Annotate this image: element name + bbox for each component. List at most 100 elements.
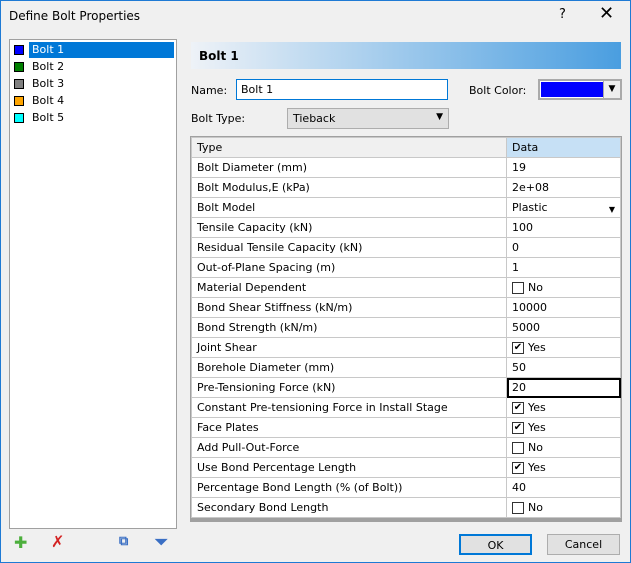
bolt-type-label: Bolt Type: [191, 112, 246, 125]
ok-button[interactable]: OK [459, 534, 532, 555]
property-value-cell[interactable]: ✔ Yes [506, 457, 621, 478]
property-name: Material Dependent [191, 277, 507, 298]
cancel-button[interactable]: Cancel [547, 534, 620, 555]
bolt-label: Bolt 2 [32, 60, 65, 73]
table-row: Pre-Tensioning Force (kN) 20 [191, 377, 621, 398]
color-swatch [14, 45, 24, 55]
property-name: Bond Shear Stiffness (kN/m) [191, 297, 507, 318]
table-row: Bond Shear Stiffness (kN/m) 10000 [191, 297, 621, 318]
property-name: Tensile Capacity (kN) [191, 217, 507, 238]
property-value-cell[interactable]: ✔ Yes [506, 337, 621, 358]
bolt-list-item[interactable]: Bolt 1 [14, 42, 174, 58]
bolt-label: Bolt 3 [32, 77, 65, 90]
property-value-cell[interactable]: 5000 [506, 317, 621, 338]
add-icon[interactable]: ✚ [14, 533, 27, 552]
checkbox[interactable]: ✔ [512, 422, 524, 434]
property-value-cell[interactable]: 19 [506, 157, 621, 178]
property-value-cell[interactable]: ✔ Yes [506, 417, 621, 438]
bolt-list[interactable]: Bolt 1 Bolt 2 Bolt 3 Bolt 4 Bolt 5 [9, 39, 177, 529]
filter-icon[interactable]: ⏷ [155, 532, 168, 552]
property-name: Borehole Diameter (mm) [191, 357, 507, 378]
cell-value: 20 [512, 381, 526, 394]
bolt-label: Bolt 1 [29, 42, 174, 58]
table-row: Borehole Diameter (mm) 50 [191, 357, 621, 378]
properties-grid: Type Data Bolt Diameter (mm) 19 Bolt Modulu… [190, 136, 622, 522]
property-name: Joint Shear [191, 337, 507, 358]
table-row: Material Dependent No [191, 277, 621, 298]
property-name: Residual Tensile Capacity (kN) [191, 237, 507, 258]
bolt-type-value: Tieback [293, 112, 336, 125]
cell-value: 19 [512, 161, 526, 174]
property-name: Bond Strength (kN/m) [191, 317, 507, 338]
checkbox[interactable]: ✔ [512, 342, 524, 354]
name-input[interactable] [236, 79, 448, 100]
dropdown-arrow-icon[interactable]: ▼ [609, 205, 615, 214]
property-value-cell[interactable]: 100 [506, 217, 621, 238]
copy-icon[interactable]: ⧉ [119, 534, 128, 549]
cell-value: 10000 [512, 301, 547, 314]
property-value-cell[interactable]: 20 [506, 377, 621, 398]
table-row: Bond Strength (kN/m) 5000 [191, 317, 621, 338]
table-row: Bolt Model Plastic ▼ [191, 197, 621, 218]
property-value-cell[interactable]: 2e+08 [506, 177, 621, 198]
cell-value: 5000 [512, 321, 540, 334]
property-value-cell[interactable]: 10000 [506, 297, 621, 318]
bolt-list-item[interactable]: Bolt 5 [14, 110, 174, 126]
bolt-label: Bolt 5 [32, 111, 65, 124]
color-swatch [14, 79, 24, 89]
column-header-type: Type [191, 137, 507, 158]
checkbox[interactable]: ✔ [512, 402, 524, 414]
property-name: Out-of-Plane Spacing (m) [191, 257, 507, 278]
table-row: Constant Pre-tensioning Force in Install… [191, 397, 621, 418]
column-header-data: Data [506, 137, 621, 158]
cell-value: No [528, 441, 543, 454]
table-row: Use Bond Percentage Length ✔ Yes [191, 457, 621, 478]
bolt-color-picker[interactable]: ▼ [538, 79, 622, 100]
chevron-down-icon[interactable]: ▼ [603, 81, 620, 98]
checkbox[interactable] [512, 502, 524, 514]
checkbox[interactable] [512, 442, 524, 454]
table-row: Joint Shear ✔ Yes [191, 337, 621, 358]
cell-value: Yes [528, 341, 546, 354]
cell-value: Plastic [512, 201, 548, 214]
bolt-color-label: Bolt Color: [469, 84, 527, 97]
cell-value: No [528, 281, 543, 294]
checkbox[interactable] [512, 282, 524, 294]
table-row: Residual Tensile Capacity (kN) 0 [191, 237, 621, 258]
cell-value: Yes [528, 401, 546, 414]
table-row: Out-of-Plane Spacing (m) 1 [191, 257, 621, 278]
property-value-cell[interactable]: No [506, 437, 621, 458]
property-value-cell[interactable]: 40 [506, 477, 621, 498]
table-row: Percentage Bond Length (% (of Bolt)) 40 [191, 477, 621, 498]
property-value-cell[interactable]: No [506, 277, 621, 298]
property-value-cell[interactable]: 0 [506, 237, 621, 258]
property-name: Percentage Bond Length (% (of Bolt)) [191, 477, 507, 498]
cell-value: 0 [512, 241, 519, 254]
property-value-cell[interactable]: 50 [506, 357, 621, 378]
cell-value: 2e+08 [512, 181, 549, 194]
delete-icon[interactable]: ✗ [51, 532, 64, 551]
cell-value: 100 [512, 221, 533, 234]
cell-value: Yes [528, 421, 546, 434]
table-row: Bolt Diameter (mm) 19 [191, 157, 621, 178]
close-button[interactable]: ✕ [599, 3, 614, 24]
property-name: Secondary Bond Length [191, 497, 507, 518]
table-row: Bolt Modulus,E (kPa) 2e+08 [191, 177, 621, 198]
bolt-list-item[interactable]: Bolt 4 [14, 93, 174, 109]
property-name: Bolt Modulus,E (kPa) [191, 177, 507, 198]
bolt-list-item[interactable]: Bolt 2 [14, 59, 174, 75]
property-value-cell[interactable]: No [506, 497, 621, 518]
table-row: Tensile Capacity (kN) 100 [191, 217, 621, 238]
help-button[interactable]: ? [559, 7, 566, 22]
property-value-cell[interactable]: ✔ Yes [506, 397, 621, 418]
property-name: Face Plates [191, 417, 507, 438]
property-value-cell[interactable]: 1 [506, 257, 621, 278]
bolt-type-select[interactable]: Tieback ▼ [287, 108, 449, 129]
color-swatch [14, 62, 24, 72]
property-value-cell[interactable]: Plastic ▼ [506, 197, 621, 218]
color-swatch [541, 82, 603, 97]
property-name: Add Pull-Out-Force [191, 437, 507, 458]
bolt-list-item[interactable]: Bolt 3 [14, 76, 174, 92]
checkbox[interactable]: ✔ [512, 462, 524, 474]
dialog-title: Define Bolt Properties [9, 9, 141, 23]
